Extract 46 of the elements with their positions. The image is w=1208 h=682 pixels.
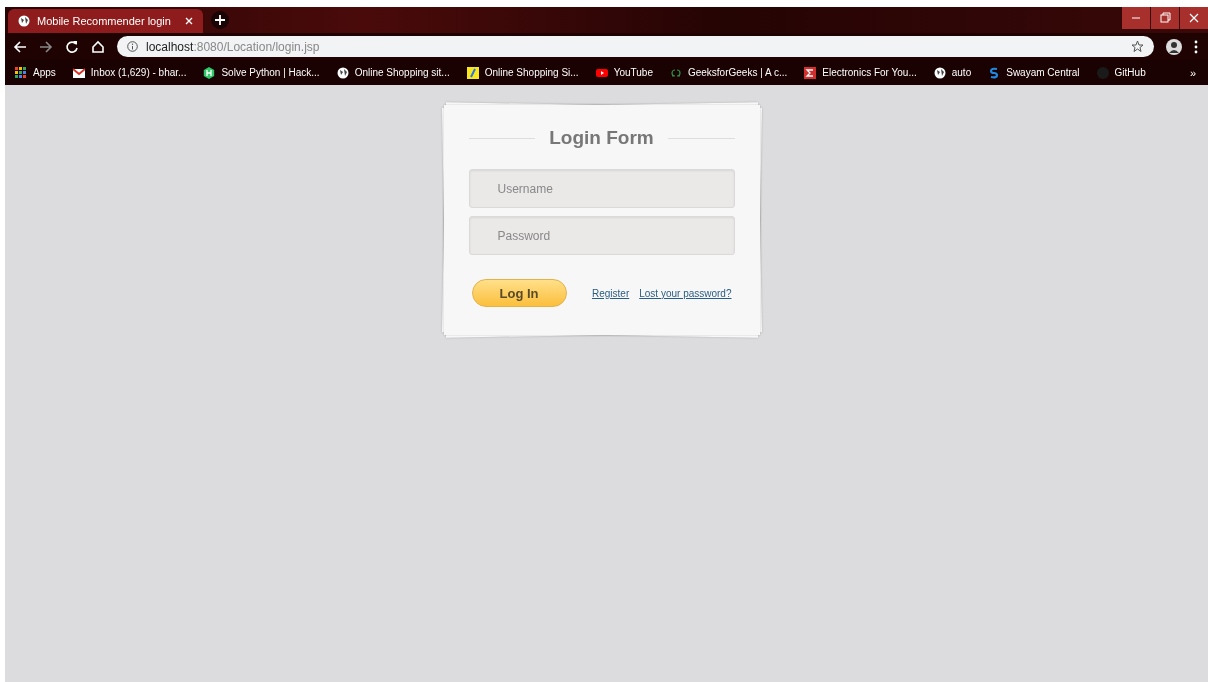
globe-icon — [336, 66, 349, 79]
form-title: Login Form — [549, 127, 654, 149]
bookmark-item[interactable]: GeeksforGeeks | A c... — [669, 66, 788, 79]
bookmark-item[interactable]: Electronics For You... — [804, 66, 917, 79]
close-icon[interactable] — [1180, 7, 1208, 29]
sigma-icon — [804, 66, 817, 79]
avatar-icon[interactable] — [1166, 38, 1182, 55]
tab-title: Mobile Recommender login — [37, 15, 172, 27]
bookmark-item[interactable]: YouTube — [595, 66, 653, 79]
link[interactable]: Lost your password? — [639, 287, 732, 299]
bookmark-item[interactable]: Apps — [15, 66, 56, 79]
input-field[interactable]: Password — [468, 216, 735, 255]
restore-icon[interactable] — [1151, 7, 1179, 29]
login-button[interactable]: Log In — [471, 279, 567, 307]
address-bar[interactable]: localhost:8080/Location/login.jsp — [117, 36, 1154, 57]
close-icon[interactable] — [185, 17, 193, 25]
hexagon-icon — [203, 66, 216, 79]
s-curve-icon — [988, 66, 1001, 79]
bookmark-item[interactable]: auto — [933, 66, 972, 79]
minimize-icon[interactable] — [1122, 7, 1150, 29]
double-arc-icon — [669, 66, 682, 79]
bookmark-item[interactable]: Online Shopping sit... — [336, 66, 450, 79]
bookmark-item[interactable]: Swayam Central — [988, 66, 1080, 79]
bookmark-item[interactable]: GitHub — [1096, 66, 1146, 79]
link[interactable]: Register — [591, 287, 630, 299]
new-tab-icon[interactable] — [211, 11, 229, 29]
bookmark-item[interactable]: Solve Python | Hack... — [203, 66, 320, 79]
mail-icon — [72, 66, 85, 79]
star-icon[interactable] — [1131, 40, 1144, 53]
shopping-bag-icon — [466, 66, 479, 79]
input-field[interactable]: Username — [468, 169, 735, 208]
back-icon[interactable] — [13, 39, 27, 54]
url-text: localhost:8080/Location/login.jsp — [146, 39, 320, 54]
play-icon — [595, 66, 608, 79]
browser-tab[interactable]: Mobile Recommender login — [8, 9, 203, 33]
reload-icon[interactable] — [65, 39, 79, 54]
home-icon[interactable] — [91, 39, 105, 54]
bookmark-item[interactable]: Online Shopping Si... — [466, 66, 579, 79]
globe-icon — [18, 15, 30, 27]
bookmark-item[interactable]: Inbox (1,629) - bhar... — [72, 66, 187, 79]
more-bookmarks-button[interactable]: » — [1189, 66, 1196, 79]
forward-icon[interactable] — [39, 39, 53, 54]
menu-icon[interactable] — [1194, 39, 1198, 54]
apps-grid-icon — [15, 66, 27, 79]
globe-icon — [933, 66, 946, 79]
info-icon — [127, 41, 138, 52]
